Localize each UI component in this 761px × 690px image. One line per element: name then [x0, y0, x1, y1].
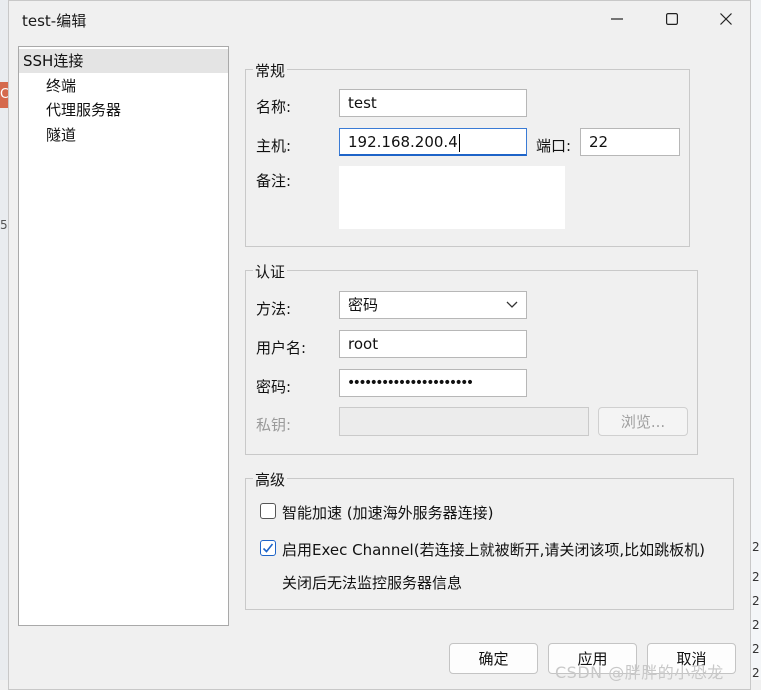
password-input[interactable]: •••••••••••••••••••••• [339, 369, 527, 397]
exec-channel-label[interactable]: 启用Exec Channel(若连接上就被断开,请关闭该项,比如跳板机) [282, 539, 705, 560]
minimize-icon [611, 18, 623, 20]
ok-button[interactable]: 确定 [449, 643, 538, 674]
text-cursor [458, 133, 460, 152]
edit-session-dialog: test-编辑 SSH连接 终端 代理服务器 隧道 常规 名称: test 主机… [8, 0, 751, 690]
advanced-group: 高级 智能加速 (加速海外服务器连接) 启用Exec Channel(若连接上就… [245, 469, 734, 610]
advanced-legend: 高级 [253, 469, 288, 490]
host-value: 192.168.200.4 [348, 133, 458, 151]
maximize-icon [666, 13, 678, 25]
host-label: 主机: [256, 137, 292, 155]
close-button[interactable] [703, 3, 749, 35]
exec-channel-note: 关闭后无法监控服务器信息 [282, 574, 463, 592]
background-number: 2 [752, 594, 760, 608]
close-icon [720, 13, 732, 25]
smart-accel-checkbox[interactable] [260, 503, 276, 519]
minimize-button[interactable] [594, 3, 640, 35]
background-number: 2 [752, 540, 760, 554]
method-value: 密码 [348, 296, 379, 314]
background-number: 2 [752, 666, 760, 680]
port-input[interactable]: 22 [580, 128, 680, 156]
exec-channel-checkbox[interactable] [260, 540, 276, 556]
window-title: test-编辑 [22, 12, 87, 30]
port-label: 端口: [536, 137, 572, 155]
name-input[interactable]: test [339, 89, 527, 117]
auth-group: 认证 方法: 密码 用户名: root 密码: ••••••••••••••••… [245, 261, 698, 455]
host-input[interactable]: 192.168.200.4 [339, 128, 527, 156]
checkmark-icon [262, 543, 274, 553]
auth-legend: 认证 [253, 261, 288, 282]
name-label: 名称: [256, 98, 292, 116]
chevron-down-icon [506, 292, 518, 318]
watermark: CSDN @胖胖的小恐龙 [555, 663, 724, 682]
method-select[interactable]: 密码 [339, 291, 527, 319]
tree-item-tunnel[interactable]: 隧道 [19, 123, 76, 147]
private-key-label: 私钥: [256, 416, 292, 434]
tree-item-terminal[interactable]: 终端 [19, 74, 76, 98]
tree-item-proxy[interactable]: 代理服务器 [19, 98, 121, 122]
private-key-input[interactable] [339, 407, 589, 436]
background-number: 2 [752, 642, 760, 656]
method-label: 方法: [256, 300, 292, 318]
smart-accel-label[interactable]: 智能加速 (加速海外服务器连接) [282, 502, 493, 523]
maximize-button[interactable] [649, 3, 695, 35]
user-label: 用户名: [256, 339, 307, 357]
browse-button[interactable]: 浏览... [598, 407, 688, 436]
background-number: 2 [752, 570, 760, 584]
note-textarea[interactable] [339, 166, 565, 229]
user-input[interactable]: root [339, 330, 527, 358]
background-number: 2 [752, 618, 760, 632]
general-group: 常规 名称: test 主机: 192.168.200.4 端口: 22 备注: [245, 60, 690, 247]
note-label: 备注: [256, 172, 292, 190]
password-label: 密码: [256, 378, 292, 396]
title-bar: test-编辑 [9, 1, 750, 37]
category-tree: SSH连接 终端 代理服务器 隧道 [18, 46, 229, 626]
tree-item-ssh[interactable]: SSH连接 [19, 49, 228, 73]
general-legend: 常规 [253, 60, 288, 81]
